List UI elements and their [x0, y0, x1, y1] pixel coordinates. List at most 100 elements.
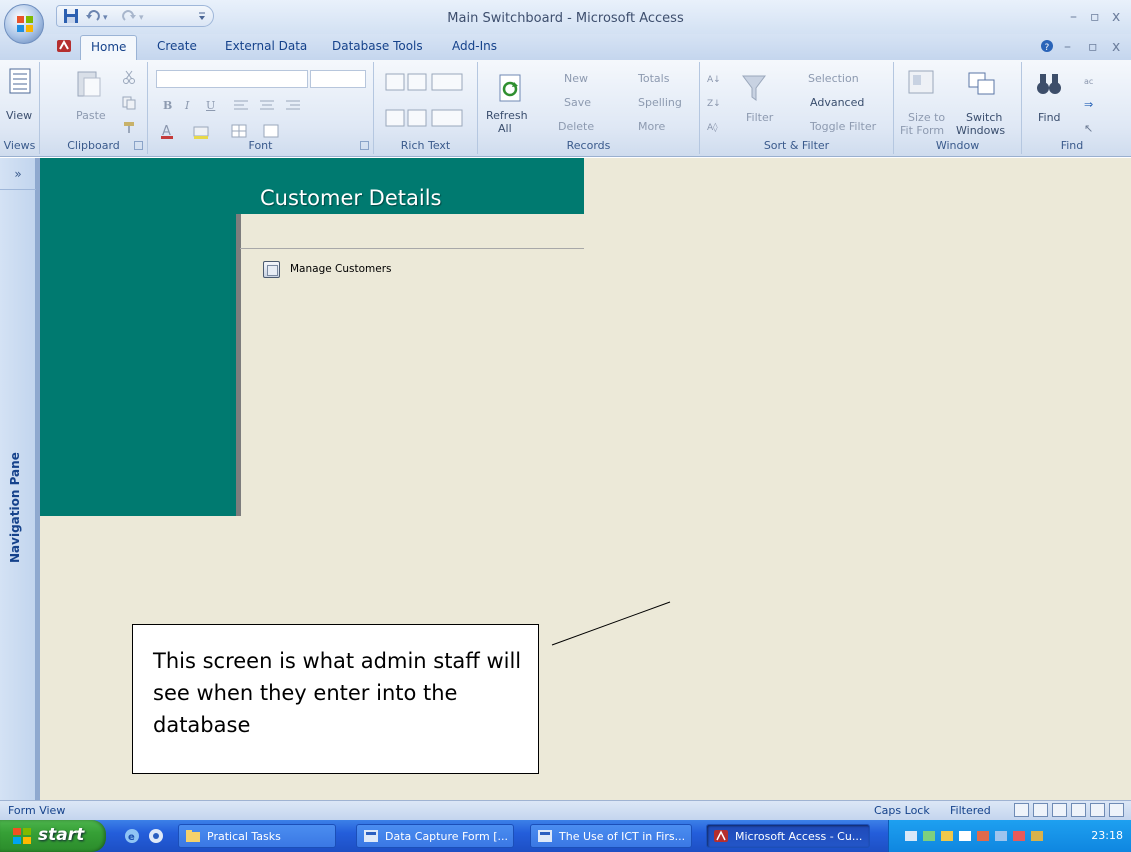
doc-minimize-button[interactable]: – — [1064, 39, 1071, 55]
minimize-button[interactable]: – — [1070, 9, 1077, 25]
group-label-find: Find — [1060, 139, 1084, 152]
rich-text-icons[interactable] — [384, 72, 470, 132]
group-label-font: Font — [248, 139, 273, 152]
selection-button[interactable]: Selection — [808, 72, 859, 85]
size-to-button[interactable]: Size to — [908, 111, 945, 124]
doc-close-button[interactable]: x — [1112, 39, 1120, 55]
windows-flag-icon — [13, 828, 31, 844]
format-painter-icon[interactable] — [122, 120, 136, 134]
ribbon: View Views Paste Clipboard B I U A Font … — [0, 60, 1131, 157]
task-use-of-ict[interactable]: The Use of ICT in Firs... — [530, 824, 692, 848]
group-label-window: Window — [935, 139, 980, 152]
task-data-capture-form[interactable]: Data Capture Form [... — [356, 824, 514, 848]
status-caps-lock: Caps Lock — [874, 804, 930, 817]
tab-database-tools[interactable]: Database Tools — [332, 39, 423, 53]
media-quicklaunch-icon[interactable] — [148, 828, 164, 844]
font-size-select[interactable] — [310, 70, 366, 88]
datasheet-view-icon[interactable] — [1033, 803, 1048, 817]
binoculars-icon — [1037, 74, 1061, 94]
group-label-sort-filter: Sort & Filter — [763, 139, 830, 152]
group-find: Find ac ⇒ ↖ Find — [1022, 62, 1122, 154]
replace-goto-select-icons[interactable]: ac ⇒ ↖ — [1082, 72, 1106, 134]
work-area: » Navigation Pane Customer Details Manag… — [0, 158, 1131, 800]
switch-windows-button[interactable]: Switch — [966, 111, 1002, 124]
maximize-button[interactable]: ▫ — [1090, 9, 1100, 25]
system-tray: 23:18 — [888, 820, 1131, 852]
more-button[interactable]: More — [638, 120, 665, 133]
size-to-fit-icon — [908, 70, 934, 94]
tab-add-ins[interactable]: Add-Ins — [452, 39, 497, 53]
svg-text:Z↓: Z↓ — [707, 99, 720, 109]
underline-button[interactable]: U — [206, 99, 215, 112]
font-launcher-icon[interactable] — [360, 141, 369, 150]
advanced-button[interactable]: Advanced — [810, 96, 864, 109]
group-label-rich-text: Rich Text — [400, 139, 451, 152]
cut-icon[interactable] — [122, 70, 136, 84]
find-button[interactable]: Find — [1038, 111, 1061, 124]
start-label: start — [38, 825, 85, 845]
new-record-button[interactable]: New — [564, 72, 588, 85]
tray-icons[interactable] — [905, 828, 1053, 844]
windows-label: Windows — [956, 124, 1006, 137]
close-button[interactable]: x — [1112, 9, 1120, 25]
layout-view-icon[interactable] — [1090, 803, 1105, 817]
design-view-icon[interactable] — [1109, 803, 1124, 817]
callout-text: This screen is what admin staff will see… — [153, 649, 522, 737]
italic-button[interactable]: I — [185, 99, 189, 112]
copy-icon[interactable] — [122, 96, 136, 110]
group-records: Refresh All New Save Delete Totals Spell… — [478, 62, 700, 154]
bold-button[interactable]: B — [163, 99, 172, 112]
align-icons[interactable] — [232, 98, 308, 112]
totals-button[interactable]: Totals — [638, 72, 669, 85]
toggle-filter-button[interactable]: Toggle Filter — [810, 120, 876, 133]
delete-record-button[interactable]: Delete — [558, 120, 594, 133]
group-sort-filter: A↓ Z↓ A◊ Filter Selection Advanced Toggle … — [700, 62, 894, 154]
status-filtered: Filtered — [950, 804, 991, 817]
help-icon[interactable]: ? — [1040, 39, 1054, 53]
status-bar: Form View Caps Lock Filtered — [0, 800, 1131, 820]
doc-restore-button[interactable]: ▫ — [1088, 39, 1098, 55]
folder-icon — [186, 830, 200, 842]
svg-text:A↓: A↓ — [707, 75, 720, 85]
spelling-button[interactable]: Spelling — [638, 96, 682, 109]
font-name-select[interactable] — [156, 70, 308, 88]
tab-home[interactable]: Home — [80, 35, 138, 60]
form-view-icon[interactable] — [1014, 803, 1029, 817]
fit-form-label: Fit Form — [900, 124, 945, 137]
svg-text:A◊: A◊ — [707, 122, 718, 132]
clipboard-launcher-icon[interactable] — [134, 141, 143, 150]
task-pratical-tasks[interactable]: Pratical Tasks — [178, 824, 336, 848]
start-button[interactable]: start — [0, 820, 106, 852]
office-button[interactable] — [4, 4, 44, 44]
pivot-table-icon[interactable] — [1052, 803, 1067, 817]
tab-external-data[interactable]: External Data — [225, 39, 307, 53]
ie-quicklaunch-icon[interactable]: e — [124, 828, 140, 844]
word-doc-icon-2 — [538, 830, 552, 842]
pivot-chart-icon[interactable] — [1071, 803, 1086, 817]
office-logo-icon — [17, 16, 33, 32]
sort-icons[interactable]: A↓ Z↓ A◊ — [706, 70, 720, 132]
task-microsoft-access[interactable]: Microsoft Access - Cu... — [706, 824, 870, 848]
group-clipboard: Paste Clipboard — [40, 62, 148, 154]
title-bar: ▾ ▾ Main Switchboard - Microsoft Access … — [0, 0, 1131, 34]
save-record-button[interactable]: Save — [564, 96, 591, 109]
ribbon-tab-row: Home Create External Data Database Tools… — [0, 34, 1131, 60]
view-icon — [9, 68, 31, 94]
system-clock: 23:18 — [1091, 829, 1123, 842]
font-color-icons[interactable]: A — [160, 123, 310, 139]
window-title: Main Switchboard - Microsoft Access — [447, 11, 684, 26]
refresh-all-label: All — [498, 122, 512, 135]
tab-create[interactable]: Create — [157, 39, 197, 53]
filter-button[interactable]: Filter — [746, 111, 773, 124]
view-button[interactable]: View — [6, 109, 32, 122]
paste-button[interactable]: Paste — [76, 109, 106, 122]
annotation-callout: This screen is what admin staff will see… — [132, 624, 539, 774]
group-font: B I U A Font — [148, 62, 374, 154]
access-app-icon — [714, 830, 728, 842]
access-window: ▾ ▾ Main Switchboard - Microsoft Access … — [0, 0, 1131, 852]
access-key-icon — [57, 39, 71, 52]
paste-icon — [77, 71, 101, 97]
refresh-all-button[interactable]: Refresh — [486, 109, 528, 122]
svg-text:↖: ↖ — [1084, 122, 1093, 134]
status-form-view: Form View — [8, 804, 66, 817]
